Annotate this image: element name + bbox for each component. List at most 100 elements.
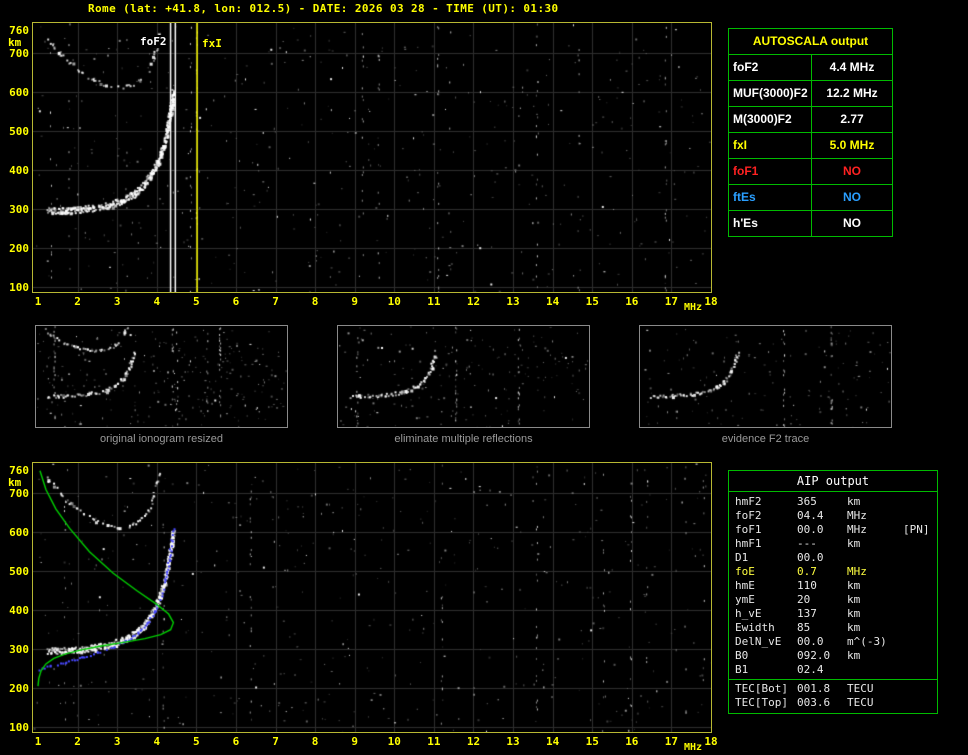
y-tick-label: 200 xyxy=(2,682,29,695)
aip-param-flag xyxy=(903,579,937,593)
x-tick-label: 3 xyxy=(108,735,126,748)
y-tick-label: 100 xyxy=(2,721,29,734)
aip-row: foF100.0MHz[PN] xyxy=(729,523,937,537)
autoscala-row: M(3000)F22.77 xyxy=(729,106,892,132)
y-tick-label: 500 xyxy=(2,565,29,578)
aip-param-flag xyxy=(903,621,937,635)
aip-tec-rows: TEC[Bot]001.8TECUTEC[Top]003.6TECU xyxy=(729,682,937,710)
autoscala-param-value: 5.0 MHz xyxy=(812,133,892,158)
aip-row: hmE110km xyxy=(729,579,937,593)
aip-param-value: 092.0 xyxy=(797,649,847,663)
main-x-unit-label: MHz xyxy=(684,302,702,313)
aip-row: DelN_vE00.0m^(-3) xyxy=(729,635,937,649)
x-tick-label: 15 xyxy=(583,735,601,748)
aip-param-unit: km xyxy=(847,593,903,607)
autoscala-param-label: h'Es xyxy=(729,211,812,236)
autoscala-table-title: AUTOSCALA output xyxy=(729,29,892,54)
x-tick-label: 7 xyxy=(267,735,285,748)
aip-param-flag xyxy=(903,509,937,523)
aip-param-label: foF2 xyxy=(735,509,797,523)
thumbnail-f2-evidence-canvas xyxy=(640,326,891,427)
x-tick-label: 12 xyxy=(464,295,482,308)
x-tick-label: 15 xyxy=(583,295,601,308)
aip-param-unit: km xyxy=(847,537,903,551)
aip-param-flag xyxy=(903,607,937,621)
aip-row: D100.0 xyxy=(729,551,937,565)
x-tick-label: 8 xyxy=(306,735,324,748)
autoscala-param-label: MUF(3000)F2 xyxy=(729,81,812,106)
y-tick-label: 300 xyxy=(2,203,29,216)
x-tick-label: 12 xyxy=(464,735,482,748)
aip-param-value: 85 xyxy=(797,621,847,635)
aip-tec-value: 003.6 xyxy=(797,696,847,710)
aip-param-label: ymE xyxy=(735,593,797,607)
aip-param-value: 00.0 xyxy=(797,523,847,537)
aip-row: foF204.4MHz xyxy=(729,509,937,523)
x-tick-label: 10 xyxy=(385,295,403,308)
autoscala-output-table: AUTOSCALA output foF24.4 MHzMUF(3000)F21… xyxy=(728,28,893,237)
y-tick-label: 700 xyxy=(2,487,29,500)
autoscala-param-label: ftEs xyxy=(729,185,812,210)
aip-param-label: h_vE xyxy=(735,607,797,621)
aip-param-flag xyxy=(903,551,937,565)
aip-param-unit: MHz xyxy=(847,509,903,523)
aip-param-flag: [PN] xyxy=(903,523,937,537)
aip-param-unit: km xyxy=(847,649,903,663)
aip-param-value: 00.0 xyxy=(797,635,847,649)
aip-row: ymE20km xyxy=(729,593,937,607)
aip-param-value: 0.7 xyxy=(797,565,847,579)
autoscala-param-label: fxI xyxy=(729,133,812,158)
y-tick-label: 300 xyxy=(2,643,29,656)
restored-ionogram-plot xyxy=(32,462,712,733)
x-tick-label: 14 xyxy=(544,735,562,748)
aip-tec-unit: TECU xyxy=(847,682,903,696)
aip-param-value: 20 xyxy=(797,593,847,607)
x-tick-label: 4 xyxy=(148,295,166,308)
aip-row: hmF1---km xyxy=(729,537,937,551)
aip-param-label: foE xyxy=(735,565,797,579)
aip-param-unit: MHz xyxy=(847,565,903,579)
x-tick-label: 9 xyxy=(346,295,364,308)
aip-param-value: 137 xyxy=(797,607,847,621)
x-tick-label: 1 xyxy=(29,295,47,308)
x-tick-label: 2 xyxy=(69,295,87,308)
x-tick-label: 11 xyxy=(425,735,443,748)
main-ionogram-canvas xyxy=(33,23,711,292)
aip-param-value: 02.4 xyxy=(797,663,847,677)
y-tick-label: 700 xyxy=(2,47,29,60)
autoscala-rows: foF24.4 MHzMUF(3000)F212.2 MHzM(3000)F22… xyxy=(729,54,892,236)
x-tick-label: 13 xyxy=(504,295,522,308)
y-tick-label: 600 xyxy=(2,526,29,539)
autoscala-param-value: 4.4 MHz xyxy=(812,55,892,80)
autoscala-param-value: 12.2 MHz xyxy=(812,81,892,106)
restored-x-unit-label: MHz xyxy=(684,742,702,753)
thumbnail-original-ionogram xyxy=(35,325,288,428)
autoscala-param-label: foF2 xyxy=(729,55,812,80)
autoscala-screen: Rome (lat: +41.8, lon: 012.5) - DATE: 20… xyxy=(0,0,968,755)
aip-param-value: --- xyxy=(797,537,847,551)
aip-param-label: B1 xyxy=(735,663,797,677)
aip-param-label: B0 xyxy=(735,649,797,663)
aip-row: B102.4 xyxy=(729,663,937,677)
aip-param-unit: km xyxy=(847,495,903,509)
aip-param-label: Ewidth xyxy=(735,621,797,635)
x-tick-label: 13 xyxy=(504,735,522,748)
autoscala-row: h'EsNO xyxy=(729,210,892,236)
x-tick-label: 17 xyxy=(662,295,680,308)
aip-row: hmF2365km xyxy=(729,495,937,509)
thumbnail-f2-evidence-caption: evidence F2 trace xyxy=(639,433,892,445)
x-tick-label: 7 xyxy=(267,295,285,308)
restored-ionogram-canvas xyxy=(33,463,711,732)
autoscala-param-value: NO xyxy=(812,185,892,210)
autoscala-param-value: 2.77 xyxy=(812,107,892,132)
thumbnail-eliminate-multiples xyxy=(337,325,590,428)
x-tick-label: 18 xyxy=(702,735,720,748)
x-tick-label: 3 xyxy=(108,295,126,308)
aip-param-unit: km xyxy=(847,579,903,593)
x-tick-label: 6 xyxy=(227,735,245,748)
aip-tec-value: 001.8 xyxy=(797,682,847,696)
aip-param-unit: MHz xyxy=(847,523,903,537)
x-tick-label: 11 xyxy=(425,295,443,308)
aip-row: Ewidth85km xyxy=(729,621,937,635)
y-tick-label: 760 xyxy=(2,464,29,477)
